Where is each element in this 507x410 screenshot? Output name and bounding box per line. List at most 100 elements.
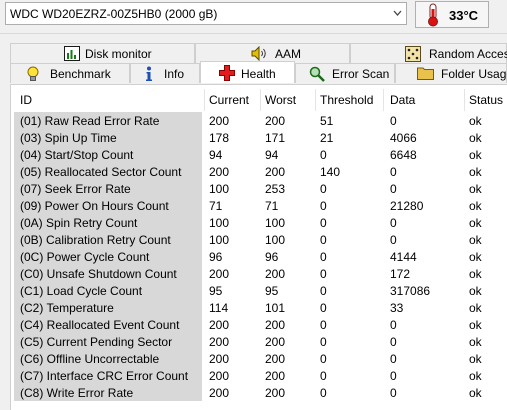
cell-data: 0 bbox=[390, 233, 397, 247]
cell-threshold: 0 bbox=[320, 284, 327, 298]
tab-label: Folder Usage bbox=[441, 67, 507, 81]
column-header-current[interactable]: Current bbox=[209, 93, 249, 107]
cell-id: (03) Spin Up Time bbox=[20, 131, 117, 145]
cell-status: ok bbox=[469, 386, 482, 400]
tab-benchmark[interactable]: Benchmark bbox=[10, 63, 130, 83]
tab-label: Health bbox=[241, 67, 276, 81]
cell-current: 200 bbox=[209, 335, 230, 349]
cell-status: ok bbox=[469, 114, 482, 128]
cell-worst: 171 bbox=[265, 131, 286, 145]
cell-data: 6648 bbox=[390, 148, 417, 162]
table-row[interactable]: (04) Start/Stop Count 94 94 0 6648 ok bbox=[11, 146, 507, 163]
cell-current: 200 bbox=[209, 267, 230, 281]
cell-data: 0 bbox=[390, 386, 397, 400]
cell-data: 0 bbox=[390, 114, 397, 128]
cell-id: (04) Start/Stop Count bbox=[20, 148, 134, 162]
cell-threshold: 0 bbox=[320, 216, 327, 230]
tab-info[interactable]: Info bbox=[130, 63, 200, 83]
cell-id: (C5) Current Pending Sector bbox=[20, 335, 173, 349]
cell-id: (0A) Spin Retry Count bbox=[20, 216, 138, 230]
cell-id: (C1) Load Cycle Count bbox=[20, 284, 143, 298]
table-row[interactable]: (C5) Current Pending Sector 200 200 0 0 ok bbox=[11, 333, 507, 350]
table-row[interactable]: (C1) Load Cycle Count 95 95 0 317086 ok bbox=[11, 282, 507, 299]
cell-current: 100 bbox=[209, 233, 230, 247]
cell-current: 200 bbox=[209, 114, 230, 128]
cell-worst: 200 bbox=[265, 267, 286, 281]
smart-attributes-table[interactable]: ID Current Worst Threshold Data Status (… bbox=[10, 84, 507, 410]
tab-label: Info bbox=[164, 67, 185, 81]
column-header-worst[interactable]: Worst bbox=[265, 93, 296, 107]
drive-select[interactable]: WDC WD20EZRZ-00Z5HB0 (2000 gB) bbox=[5, 2, 407, 25]
cell-current: 200 bbox=[209, 369, 230, 383]
table-row[interactable]: (C8) Write Error Rate 200 200 0 0 ok bbox=[11, 384, 507, 401]
cell-id: (C8) Write Error Rate bbox=[20, 386, 134, 400]
cell-current: 200 bbox=[209, 386, 230, 400]
tab-aam[interactable]: AAM bbox=[195, 43, 350, 63]
chevron-down-icon[interactable] bbox=[389, 3, 406, 24]
cell-current: 200 bbox=[209, 318, 230, 332]
cell-status: ok bbox=[469, 199, 482, 213]
cell-threshold: 0 bbox=[320, 318, 327, 332]
thermometer-icon bbox=[426, 3, 440, 30]
column-separator bbox=[464, 89, 465, 111]
column-header-data[interactable]: Data bbox=[390, 93, 415, 107]
table-row[interactable]: (03) Spin Up Time 178 171 21 4066 ok bbox=[11, 129, 507, 146]
table-row[interactable]: (01) Raw Read Error Rate 200 200 51 0 ok bbox=[11, 112, 507, 129]
cell-id: (0C) Power Cycle Count bbox=[20, 250, 150, 264]
cell-threshold: 0 bbox=[320, 182, 327, 196]
column-header-id[interactable]: ID bbox=[20, 93, 32, 107]
cell-threshold: 0 bbox=[320, 369, 327, 383]
cell-worst: 94 bbox=[265, 148, 279, 162]
cell-threshold: 0 bbox=[320, 301, 327, 315]
tab-disk-monitor[interactable]: Disk monitor bbox=[10, 43, 195, 63]
cell-data: 21280 bbox=[390, 199, 424, 213]
tab-health[interactable]: Health bbox=[200, 61, 295, 83]
cell-id: (0B) Calibration Retry Count bbox=[20, 233, 171, 247]
cell-worst: 95 bbox=[265, 284, 279, 298]
cell-id: (05) Reallocated Sector Count bbox=[20, 165, 182, 179]
cell-status: ok bbox=[469, 318, 482, 332]
table-row[interactable]: (C4) Reallocated Event Count 200 200 0 0 ok bbox=[11, 316, 507, 333]
cell-threshold: 0 bbox=[320, 199, 327, 213]
table-row[interactable]: (07) Seek Error Rate 100 253 0 0 ok bbox=[11, 180, 507, 197]
column-separator bbox=[315, 89, 316, 111]
cell-current: 200 bbox=[209, 165, 230, 179]
cell-current: 94 bbox=[209, 148, 223, 162]
tab-label: Random Access bbox=[429, 47, 507, 61]
cell-threshold: 0 bbox=[320, 250, 327, 264]
column-header-status[interactable]: Status bbox=[469, 93, 503, 107]
cell-current: 100 bbox=[209, 216, 230, 230]
cell-threshold: 0 bbox=[320, 386, 327, 400]
cell-threshold: 51 bbox=[320, 114, 334, 128]
table-row[interactable]: (C2) Temperature 114 101 0 33 ok bbox=[11, 299, 507, 316]
cell-data: 317086 bbox=[390, 284, 431, 298]
cell-status: ok bbox=[469, 284, 482, 298]
cell-data: 0 bbox=[390, 335, 397, 349]
column-header-threshold[interactable]: Threshold bbox=[320, 93, 373, 107]
cell-id: (07) Seek Error Rate bbox=[20, 182, 131, 196]
table-row[interactable]: (0B) Calibration Retry Count 100 100 0 0 ok bbox=[11, 231, 507, 248]
table-row[interactable]: (05) Reallocated Sector Count 200 200 140 0 o… bbox=[11, 163, 507, 180]
tab-folder-usage[interactable]: Folder Usage bbox=[395, 63, 507, 83]
table-row[interactable]: (0C) Power Cycle Count 96 96 0 4144 ok bbox=[11, 248, 507, 265]
table-row[interactable]: (C6) Offline Uncorrectable 200 200 0 0 ok bbox=[11, 350, 507, 367]
cell-status: ok bbox=[469, 267, 482, 281]
toolbar-separator bbox=[0, 33, 507, 34]
table-row[interactable]: (0A) Spin Retry Count 100 100 0 0 ok bbox=[11, 214, 507, 231]
tab-error-scan[interactable]: Error Scan bbox=[295, 63, 395, 83]
tab-random-access[interactable]: Random Access bbox=[350, 43, 507, 63]
table-row[interactable]: (C7) Interface CRC Error Count 200 200 0 0 ok bbox=[11, 367, 507, 384]
cell-worst: 100 bbox=[265, 233, 286, 247]
cell-worst: 96 bbox=[265, 250, 279, 264]
cell-worst: 200 bbox=[265, 369, 286, 383]
cell-current: 178 bbox=[209, 131, 230, 145]
cell-status: ok bbox=[469, 250, 482, 264]
cell-threshold: 0 bbox=[320, 335, 327, 349]
cell-id: (C6) Offline Uncorrectable bbox=[20, 352, 160, 366]
cell-current: 96 bbox=[209, 250, 223, 264]
table-row[interactable]: (09) Power On Hours Count 71 71 0 21280 ok bbox=[11, 197, 507, 214]
cell-status: ok bbox=[469, 165, 482, 179]
table-row[interactable]: (C0) Unsafe Shutdown Count 200 200 0 172 ok bbox=[11, 265, 507, 282]
cell-data: 0 bbox=[390, 318, 397, 332]
cell-status: ok bbox=[469, 216, 482, 230]
